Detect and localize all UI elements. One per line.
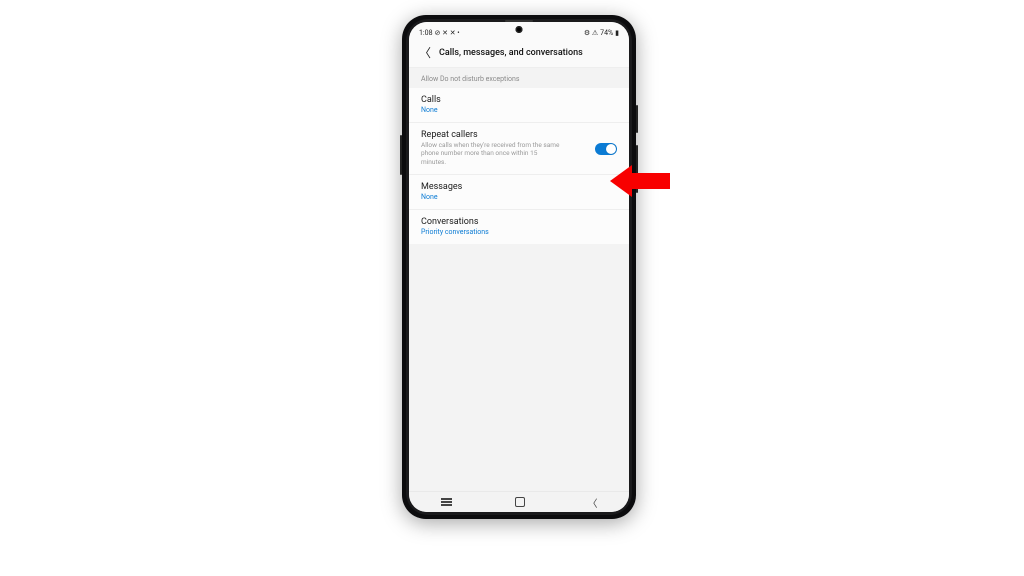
navigation-bar: 〈 (409, 491, 629, 512)
status-right: ⚙ ⚠ 74% ▮ (584, 29, 619, 37)
row-conversations[interactable]: Conversations Priority conversations (409, 210, 629, 244)
status-icons-right: ⚙ ⚠ (584, 30, 598, 37)
nav-home-icon[interactable] (515, 497, 525, 507)
phone-frame: 1:08 ⊘ ✕ ✕ • ⚙ ⚠ 74% ▮ 〈 Calls, messages… (402, 15, 636, 519)
nav-back-icon[interactable]: 〈 (588, 495, 598, 510)
row-repeat-callers[interactable]: Repeat callers Allow calls when they're … (409, 123, 629, 175)
row-calls-value: None (421, 106, 617, 114)
row-messages-value: None (421, 193, 617, 201)
row-calls[interactable]: Calls None (409, 88, 629, 123)
speaker-slot (505, 20, 533, 22)
section-label: Allow Do not disturb exceptions (409, 68, 629, 88)
side-button-left (400, 135, 402, 175)
nav-recents-icon[interactable] (441, 501, 452, 503)
app-header: 〈 Calls, messages, and conversations (409, 41, 629, 68)
side-button-2 (636, 145, 638, 193)
battery-percent: 74% (600, 29, 613, 37)
settings-content: Allow Do not disturb exceptions Calls No… (409, 68, 629, 491)
status-icons-left: ⊘ ✕ ✕ • (435, 30, 460, 37)
row-calls-title: Calls (421, 95, 617, 105)
clock: 1:08 (419, 29, 433, 37)
front-camera (516, 26, 523, 33)
repeat-callers-toggle[interactable] (595, 143, 617, 155)
row-messages[interactable]: Messages None (409, 175, 629, 210)
row-conversations-title: Conversations (421, 217, 617, 227)
row-messages-title: Messages (421, 182, 617, 192)
battery-icon: ▮ (615, 30, 619, 37)
row-repeat-desc: Allow calls when they're received from t… (421, 141, 561, 166)
toggle-knob (606, 144, 616, 154)
back-icon[interactable]: 〈 (419, 47, 431, 59)
settings-card: Calls None Repeat callers Allow calls wh… (409, 88, 629, 244)
side-button-1 (636, 105, 638, 133)
screen: 1:08 ⊘ ✕ ✕ • ⚙ ⚠ 74% ▮ 〈 Calls, messages… (409, 22, 629, 512)
row-conversations-value: Priority conversations (421, 228, 617, 236)
page-title: Calls, messages, and conversations (439, 48, 583, 58)
status-left: 1:08 ⊘ ✕ ✕ • (419, 29, 460, 37)
row-repeat-title: Repeat callers (421, 130, 617, 140)
